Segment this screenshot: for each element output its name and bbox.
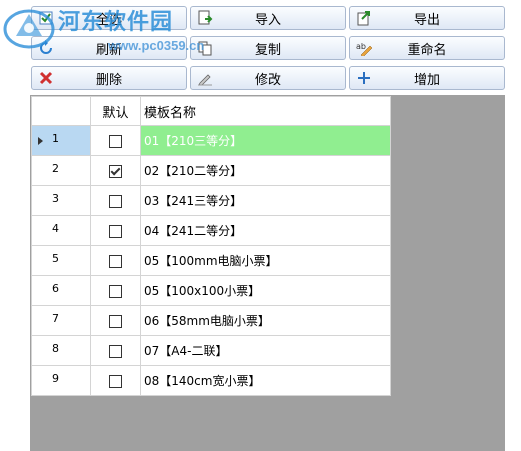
template-name-cell[interactable]: 04【241二等分】: [140, 215, 391, 246]
delete-label: 删除: [95, 72, 122, 88]
default-checkbox[interactable]: [109, 344, 122, 358]
default-cell: [90, 155, 141, 186]
default-cell: [90, 215, 141, 246]
row-number: 1: [52, 132, 59, 145]
default-checkbox[interactable]: [109, 164, 122, 178]
template-name-cell[interactable]: 07【A4-二联】: [140, 335, 391, 366]
template-name-cell[interactable]: 02【210二等分】: [140, 155, 391, 186]
row-number: 2: [52, 162, 59, 175]
delete-button[interactable]: 删除: [31, 66, 187, 90]
select-all-label: 全选: [95, 12, 122, 28]
copy-icon: [198, 41, 212, 56]
row-header[interactable]: 2: [31, 155, 91, 186]
row-header[interactable]: 5: [31, 245, 91, 276]
default-cell: [90, 275, 141, 306]
table-row[interactable]: 4 04【241二等分】: [31, 215, 391, 246]
table-row[interactable]: 1 01【210三等分】: [31, 125, 391, 156]
edit-button[interactable]: 修改: [190, 66, 346, 90]
default-checkbox[interactable]: [109, 314, 122, 328]
default-checkbox[interactable]: [109, 284, 122, 298]
export-label: 导出: [413, 12, 440, 28]
edit-icon: [198, 74, 212, 86]
row-number: 9: [52, 372, 59, 385]
template-name-cell[interactable]: 01【210三等分】: [140, 125, 391, 156]
row-number: 3: [52, 192, 59, 205]
svg-text:ab: ab: [356, 42, 366, 51]
copy-label: 复制: [254, 42, 281, 58]
row-header[interactable]: 7: [31, 305, 91, 336]
default-cell: [90, 305, 141, 336]
refresh-button[interactable]: 刷新: [31, 36, 187, 60]
grid-header-row: 默认 模板名称: [31, 96, 391, 126]
table-row[interactable]: 8 07【A4-二联】: [31, 335, 391, 366]
add-label: 增加: [413, 72, 440, 88]
row-number: 4: [52, 222, 59, 235]
export-icon: [357, 11, 370, 26]
table-row[interactable]: 6 05【100x100小票】: [31, 275, 391, 306]
import-icon: [198, 10, 213, 25]
template-name-cell[interactable]: 05【100x100小票】: [140, 275, 391, 306]
default-cell: [90, 245, 141, 276]
row-header[interactable]: 8: [31, 335, 91, 366]
template-grid: 默认 模板名称 1 01【210三等分】 2 02【210二等分】 3 03【241三等分…: [31, 96, 391, 396]
default-cell: [90, 185, 141, 216]
current-row-arrow-icon: [38, 137, 43, 145]
default-checkbox[interactable]: [109, 254, 122, 268]
add-button[interactable]: 增加: [349, 66, 505, 90]
copy-button[interactable]: 复制: [190, 36, 346, 60]
template-name-cell[interactable]: 05【100mm电脑小票】: [140, 245, 391, 276]
default-checkbox[interactable]: [109, 224, 122, 238]
edit-label: 修改: [254, 72, 281, 88]
row-header[interactable]: 4: [31, 215, 91, 246]
template-name-cell[interactable]: 03【241三等分】: [140, 185, 391, 216]
default-cell: [90, 365, 141, 396]
row-header[interactable]: 1: [31, 125, 91, 156]
rename-button[interactable]: ab 重命名: [349, 36, 505, 60]
default-checkbox[interactable]: [109, 374, 122, 388]
row-number: 5: [52, 252, 59, 265]
table-row[interactable]: 7 06【58mm电脑小票】: [31, 305, 391, 336]
default-cell: [90, 335, 141, 366]
template-name-cell[interactable]: 08【140cm宽小票】: [140, 365, 391, 396]
delete-icon: [39, 71, 53, 85]
rename-icon: ab: [356, 42, 372, 56]
row-number: 6: [52, 282, 59, 295]
import-button[interactable]: 导入: [190, 6, 346, 30]
import-label: 导入: [254, 12, 281, 28]
column-header-default[interactable]: 默认: [90, 96, 141, 126]
refresh-icon: [40, 40, 52, 54]
row-number: 7: [52, 312, 59, 325]
table-row[interactable]: 3 03【241三等分】: [31, 185, 391, 216]
select-all-button[interactable]: 全选: [31, 6, 187, 30]
default-checkbox[interactable]: [109, 194, 122, 208]
row-header[interactable]: 6: [31, 275, 91, 306]
row-header[interactable]: 9: [31, 365, 91, 396]
default-cell: [90, 125, 141, 156]
add-icon: [358, 72, 370, 84]
row-header[interactable]: 3: [31, 185, 91, 216]
rename-label: 重命名: [407, 42, 447, 58]
row-number: 8: [52, 342, 59, 355]
table-row[interactable]: 9 08【140cm宽小票】: [31, 365, 391, 396]
export-button[interactable]: 导出: [349, 6, 505, 30]
refresh-label: 刷新: [95, 42, 122, 58]
column-header-template-name[interactable]: 模板名称: [140, 96, 391, 126]
table-row[interactable]: 5 05【100mm电脑小票】: [31, 245, 391, 276]
row-header-corner: [31, 96, 91, 126]
select-all-icon: [39, 11, 53, 25]
default-checkbox[interactable]: [109, 134, 122, 148]
table-row[interactable]: 2 02【210二等分】: [31, 155, 391, 186]
template-name-cell[interactable]: 06【58mm电脑小票】: [140, 305, 391, 336]
